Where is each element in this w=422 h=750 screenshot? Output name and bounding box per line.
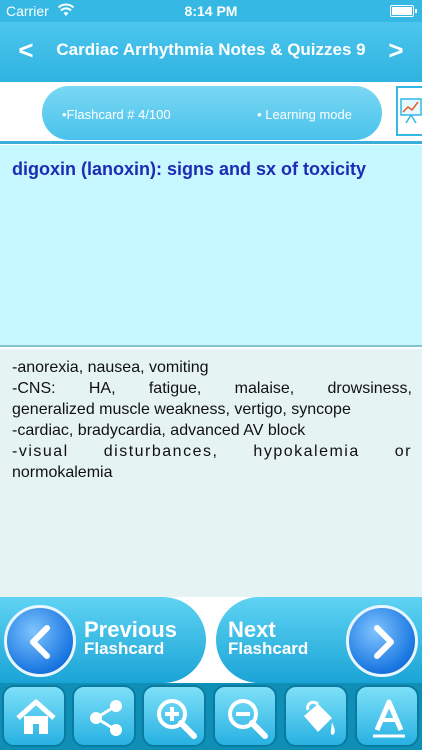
status-bar: Carrier 8:14 PM <box>0 0 422 22</box>
answer-line: generalized muscle weakness, vertigo, sy… <box>12 401 351 418</box>
status-time: 8:14 PM <box>184 3 238 19</box>
info-banner: •Flashcard # 4/100 • Learning mode <box>0 82 422 144</box>
chevron-right-icon <box>346 605 418 677</box>
bottom-toolbar <box>0 683 422 750</box>
zoom-out-button[interactable] <box>213 685 277 747</box>
previous-sublabel: Flashcard <box>84 639 165 658</box>
header-prev-button[interactable]: < <box>6 30 46 70</box>
answer-line: normokalemia <box>12 464 113 481</box>
previous-flashcard-button[interactable]: Previous Flashcard <box>0 597 206 683</box>
battery-icon <box>390 5 417 17</box>
flashcard-info-pill: •Flashcard # 4/100 • Learning mode <box>42 86 382 140</box>
chart-icon[interactable] <box>396 86 422 136</box>
paint-bucket-icon <box>304 700 335 735</box>
font-size-button[interactable] <box>355 685 419 747</box>
page-title: Cardiac Arrhythmia Notes & Quizzes 9 <box>56 40 366 59</box>
zoom-in-button[interactable] <box>142 685 206 747</box>
home-button[interactable] <box>2 685 66 747</box>
question-text: digoxin (lanoxin): signs and sx of toxic… <box>12 159 367 179</box>
home-icon <box>16 699 56 734</box>
answer-panel: -anorexia, nausea, vomiting -CNS: HA, fa… <box>0 349 422 597</box>
next-sublabel: Flashcard <box>228 639 309 658</box>
theme-button[interactable] <box>284 685 348 747</box>
zoom-out-icon <box>228 699 268 739</box>
flashcard-number: •Flashcard # 4/100 <box>62 107 171 122</box>
answer-line: -cardiac, bradycardia, advanced AV block <box>12 422 306 439</box>
share-button[interactable] <box>72 685 136 747</box>
zoom-in-icon <box>157 699 197 739</box>
chart-icon-graphic <box>400 98 422 124</box>
font-icon <box>373 699 405 738</box>
mode-label: • Learning mode <box>257 107 352 122</box>
header-next-button[interactable]: > <box>376 30 416 70</box>
next-flashcard-button[interactable]: Next Flashcard <box>216 597 422 683</box>
answer-line: -anorexia, nausea, vomiting <box>12 359 209 376</box>
question-panel: digoxin (lanoxin): signs and sx of toxic… <box>0 145 422 347</box>
app-header: < Cardiac Arrhythmia Notes & Quizzes 9 > <box>0 22 422 82</box>
share-icon <box>90 700 122 736</box>
chevron-left-icon <box>4 605 76 677</box>
answer-line: -visual disturbances, hypokalemia or <box>12 443 412 460</box>
answer-line: -CNS: HA, fatigue, malaise, drowsiness, <box>12 380 412 397</box>
flashcard-nav: Previous Flashcard Next Flashcard <box>0 597 422 683</box>
